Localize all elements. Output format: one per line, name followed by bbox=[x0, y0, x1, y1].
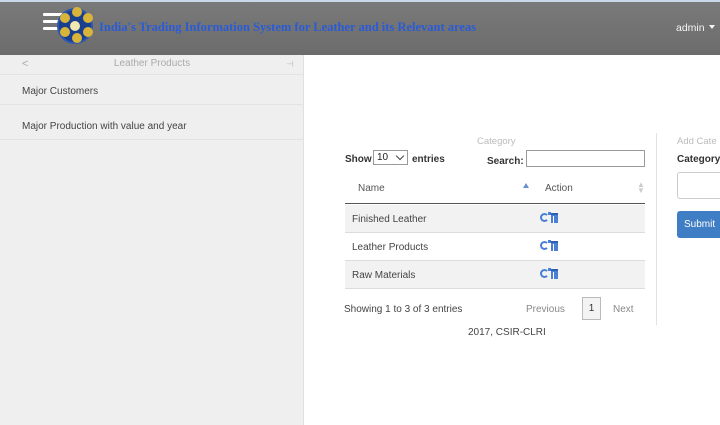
pagination-previous[interactable]: Previous bbox=[526, 304, 565, 315]
caret-down-icon bbox=[708, 25, 715, 29]
category-input[interactable] bbox=[677, 172, 720, 199]
emblem-logo bbox=[57, 7, 93, 44]
sidebar-header-title: Leather Products bbox=[113, 58, 191, 69]
column-header-name[interactable]: Name bbox=[358, 183, 385, 194]
trash-icon[interactable] bbox=[551, 241, 558, 251]
panel-divider bbox=[656, 133, 657, 325]
category-panel-title: Category bbox=[477, 136, 516, 147]
user-menu[interactable]: admin bbox=[676, 22, 715, 34]
submit-button[interactable]: Submit bbox=[677, 211, 720, 238]
sidebar-item-major-production[interactable]: Major Production with value and year bbox=[0, 113, 304, 140]
show-label: Show bbox=[345, 154, 372, 165]
category-field-label: Category bbox=[677, 154, 720, 165]
table-row: Raw Materials bbox=[345, 261, 645, 289]
entries-label: entries bbox=[412, 154, 445, 165]
page-length-value: 10 bbox=[377, 152, 389, 163]
trash-icon[interactable] bbox=[551, 269, 558, 279]
table-header: Name Action ▲ ▼ bbox=[345, 175, 645, 204]
row-name: Finished Leather bbox=[352, 214, 427, 225]
search-input[interactable] bbox=[526, 150, 645, 167]
page-length-select[interactable]: 10 bbox=[373, 150, 408, 165]
column-header-action[interactable]: Action bbox=[545, 183, 573, 194]
sidebar: < Leather Products ⊣ Major Customers Maj… bbox=[0, 55, 304, 425]
top-navbar: India's Trading Information System for L… bbox=[0, 0, 720, 55]
table-row: Leather Products bbox=[345, 233, 645, 261]
chevron-down-icon bbox=[395, 151, 405, 161]
edit-icon[interactable] bbox=[540, 240, 551, 250]
pagination-current-page[interactable]: 1 bbox=[582, 297, 601, 320]
footer-copyright: 2017, CSIR-CLRI bbox=[468, 327, 546, 338]
row-name: Raw Materials bbox=[352, 270, 416, 281]
sidebar-header: < Leather Products ⊣ bbox=[0, 55, 304, 75]
add-panel-title: Add Cate bbox=[677, 136, 717, 147]
app-title[interactable]: India's Trading Information System for L… bbox=[99, 20, 476, 35]
table-info: Showing 1 to 3 of 3 entries bbox=[344, 304, 463, 315]
user-menu-label: admin bbox=[676, 22, 705, 34]
sidebar-item-major-customers[interactable]: Major Customers bbox=[0, 78, 304, 105]
pagination-next[interactable]: Next bbox=[613, 304, 634, 315]
edit-icon[interactable] bbox=[540, 268, 551, 278]
table-row: Finished Leather bbox=[345, 205, 645, 233]
top-accent-strip bbox=[0, 0, 720, 2]
search-label: Search: bbox=[487, 156, 524, 167]
row-name: Leather Products bbox=[352, 242, 429, 253]
trash-icon[interactable] bbox=[551, 213, 558, 223]
edit-icon[interactable] bbox=[540, 212, 551, 222]
sort-ascending-icon[interactable] bbox=[523, 183, 529, 188]
collapse-sidebar-icon[interactable]: ⊣ bbox=[286, 59, 294, 70]
sort-both-icon[interactable]: ▲ ▼ bbox=[637, 181, 645, 195]
